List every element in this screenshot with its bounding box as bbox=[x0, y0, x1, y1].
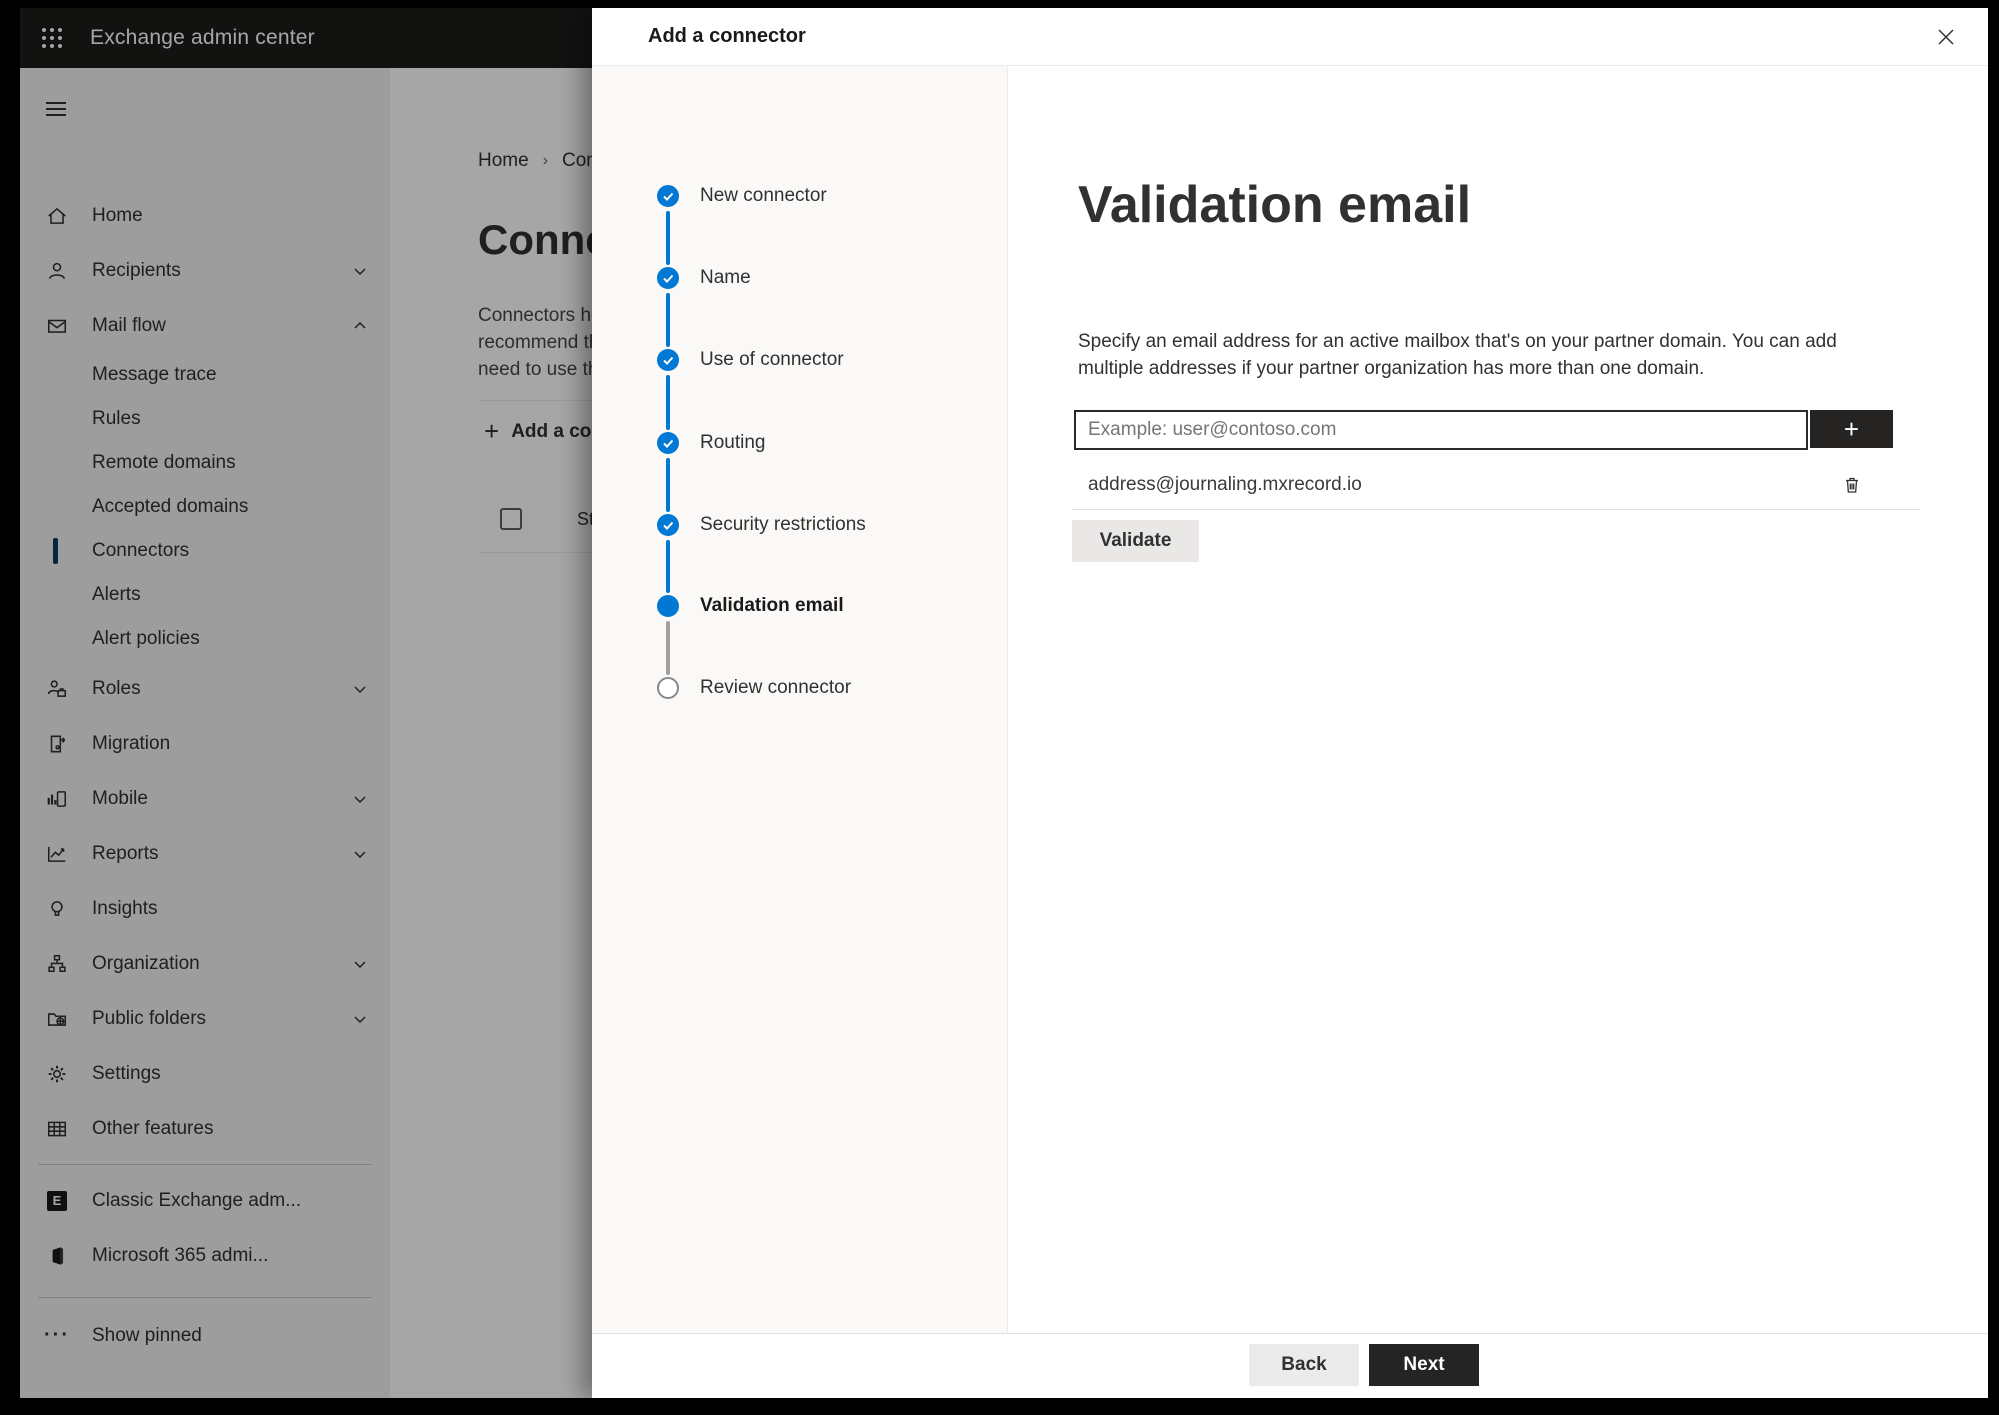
step-active-icon bbox=[657, 595, 679, 617]
step-complete-icon bbox=[657, 267, 679, 289]
step-new-connector[interactable]: New connector bbox=[592, 181, 1008, 211]
step-complete-icon bbox=[657, 185, 679, 207]
step-connector-line bbox=[666, 293, 670, 347]
step-validation-email[interactable]: Validation email bbox=[592, 591, 1008, 621]
screenshot-stage: Exchange admin center Home Recipients Ma… bbox=[0, 0, 1999, 1415]
back-button[interactable]: Back bbox=[1249, 1344, 1359, 1386]
address-value: address@journaling.mxrecord.io bbox=[1088, 473, 1362, 495]
step-description: Specify an email address for an active m… bbox=[1078, 331, 1837, 379]
plus-icon: + bbox=[1843, 413, 1860, 444]
panel-header: Add a connector bbox=[592, 8, 1988, 66]
address-list-item: address@journaling.mxrecord.io bbox=[1072, 460, 1920, 510]
add-connector-panel: Add a connector New connector Name Use o… bbox=[592, 8, 1988, 1398]
step-heading: Validation email bbox=[1078, 176, 1472, 234]
step-connector-line bbox=[666, 375, 670, 430]
step-complete-icon bbox=[657, 514, 679, 536]
validate-button[interactable]: Validate bbox=[1072, 520, 1199, 562]
step-connector-line bbox=[666, 458, 670, 512]
step-use-of-connector[interactable]: Use of connector bbox=[592, 345, 1008, 375]
step-upcoming-icon bbox=[657, 677, 679, 699]
step-routing[interactable]: Routing bbox=[592, 428, 1008, 458]
close-button[interactable] bbox=[1928, 19, 1964, 55]
step-connector-line bbox=[666, 621, 670, 675]
step-connector-line bbox=[666, 540, 670, 593]
step-complete-icon bbox=[657, 349, 679, 371]
email-address-input[interactable] bbox=[1074, 410, 1808, 450]
add-address-button[interactable]: + bbox=[1810, 410, 1893, 448]
step-connector-line bbox=[666, 211, 670, 265]
panel-footer: Back Next bbox=[592, 1333, 1988, 1398]
step-security-restrictions[interactable]: Security restrictions bbox=[592, 510, 1008, 540]
delete-address-button[interactable] bbox=[1836, 469, 1868, 501]
panel-title: Add a connector bbox=[648, 25, 806, 47]
trash-icon bbox=[1846, 477, 1858, 493]
step-review-connector[interactable]: Review connector bbox=[592, 673, 1008, 703]
wizard-stepper: New connector Name Use of connector Rout… bbox=[592, 66, 1008, 1333]
next-button[interactable]: Next bbox=[1369, 1344, 1479, 1386]
step-name[interactable]: Name bbox=[592, 263, 1008, 293]
step-complete-icon bbox=[657, 432, 679, 454]
close-icon bbox=[1938, 29, 1954, 45]
